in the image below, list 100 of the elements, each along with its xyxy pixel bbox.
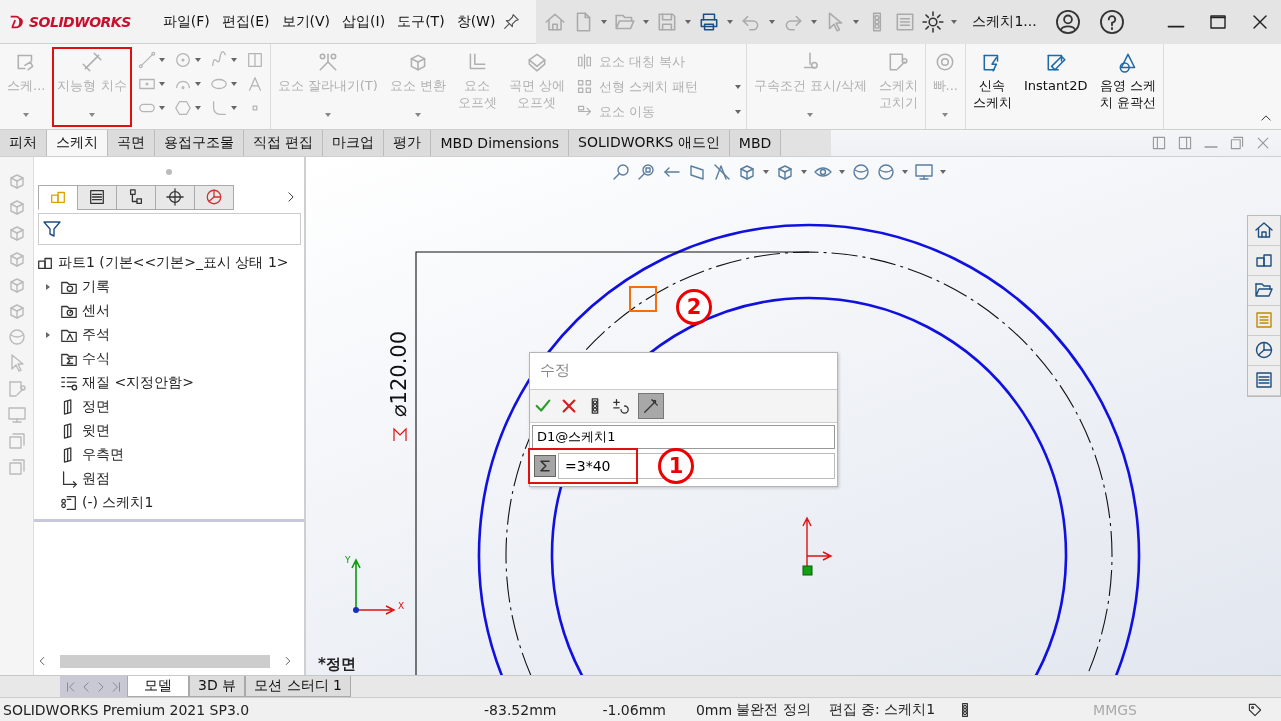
menu-item[interactable]: 도구(T): [391, 6, 451, 37]
wand-icon: [642, 396, 660, 415]
menu-item[interactable]: 삽입(I): [336, 6, 392, 37]
caret-icon[interactable]: [684, 17, 693, 26]
parts-pane-button[interactable]: [1248, 245, 1280, 276]
sphere-icon[interactable]: [876, 161, 896, 182]
ribbon-tab[interactable]: 곡면: [108, 129, 155, 156]
ribbon-button[interactable]: 신속 스케치: [967, 47, 1017, 127]
caret-icon[interactable]: [229, 80, 238, 88]
tree-item[interactable]: 정면: [82, 397, 110, 416]
wand-button[interactable]: [638, 392, 664, 419]
check-icon[interactable]: [534, 396, 552, 415]
monitor-icon[interactable]: [914, 161, 934, 182]
property-list-pane-button[interactable]: [1248, 365, 1280, 396]
ribbon-tab[interactable]: SOLIDWORKS 애드인: [569, 129, 730, 156]
house-pane-button[interactable]: [1248, 215, 1280, 246]
ribbon-tab[interactable]: MBD Dimensions: [431, 129, 570, 156]
list-icon: [1254, 310, 1274, 331]
panel-grip[interactable]: [166, 168, 172, 175]
tree-item[interactable]: 주석: [82, 325, 110, 344]
dimension-text[interactable]: ⌀120.00: [386, 318, 412, 429]
user-icon[interactable]: [1054, 8, 1081, 35]
restore-icon[interactable]: [1229, 134, 1245, 151]
caret-icon[interactable]: [852, 17, 861, 26]
caret-icon[interactable]: [193, 56, 202, 64]
tree-item[interactable]: 우측면: [82, 445, 124, 464]
help-icon[interactable]: [1098, 8, 1125, 35]
mirror-icon: [576, 53, 594, 70]
caret-icon[interactable]: [726, 17, 735, 26]
dimension-name-field[interactable]: D1@스케치1: [532, 424, 835, 449]
ribbon-tab[interactable]: 스케치: [47, 129, 108, 156]
view-label: *정면: [318, 654, 356, 674]
plus-minus-rotate-icon[interactable]: [612, 396, 630, 415]
caret-icon[interactable]: [642, 17, 651, 26]
caret-icon[interactable]: [229, 104, 238, 112]
caret-icon[interactable]: [157, 56, 166, 64]
caret-icon[interactable]: [157, 80, 166, 88]
ribbon-tab[interactable]: 평가: [384, 129, 432, 156]
caret-icon[interactable]: [762, 167, 770, 176]
tree-item[interactable]: 수식: [82, 349, 110, 368]
house-icon: [1254, 220, 1274, 241]
menu-item[interactable]: 편집(E): [215, 6, 276, 37]
panel-tab[interactable]: [155, 184, 195, 210]
axis-label: X: [398, 600, 405, 611]
caret-icon[interactable]: [800, 167, 808, 176]
caret-icon[interactable]: [193, 80, 202, 88]
filter-field[interactable]: [38, 212, 301, 245]
ribbon-button[interactable]: 음영 스케 치 윤곽선: [1094, 47, 1161, 127]
selection-handle[interactable]: [629, 285, 657, 312]
dotted-square-icon[interactable]: [245, 51, 264, 69]
caret-icon[interactable]: [600, 17, 609, 26]
color-ball-pane-button[interactable]: [1248, 335, 1280, 366]
ribbon-tab[interactable]: 직접 편집: [244, 129, 324, 156]
coordinate-text: 0mm: [695, 701, 733, 718]
view-tab[interactable]: 모델: [127, 676, 189, 698]
tree-item[interactable]: 윗면: [82, 421, 110, 440]
ribbon-button[interactable]: Instant2D: [1018, 47, 1093, 127]
caret-icon[interactable]: [950, 17, 959, 26]
filter-icon: [42, 218, 62, 239]
configuration-icon: [127, 188, 145, 207]
caret-icon[interactable]: [901, 167, 909, 176]
tree-item[interactable]: 센서: [82, 301, 110, 320]
caret-icon[interactable]: [157, 104, 166, 112]
tile-left-icon[interactable]: [1151, 134, 1167, 151]
view-tab[interactable]: 모션 스터디 1: [245, 676, 351, 698]
sphere-icon[interactable]: [851, 161, 871, 182]
expand-arrow-icon[interactable]: [44, 282, 52, 291]
close-icon[interactable]: [560, 396, 578, 415]
view-tab[interactable]: 3D 뷰: [189, 676, 246, 698]
ribbon-tab[interactable]: 용접구조물: [155, 129, 244, 156]
open-folder-pane-button[interactable]: [1248, 275, 1280, 306]
caret-icon[interactable]: [838, 167, 846, 176]
zoom-fit-icon[interactable]: [612, 161, 632, 182]
caret-icon[interactable]: [810, 17, 819, 26]
tree-item[interactable]: 파트1 (기본<<기본>_표시 상태 1>: [58, 253, 289, 272]
ribbon-tab[interactable]: 마크업: [323, 129, 385, 156]
axis-triad-icon: [351, 557, 396, 615]
scrollbar-thumb[interactable]: [60, 654, 270, 668]
pin-icon[interactable]: [503, 13, 521, 30]
ribbon-tab[interactable]: 피처: [0, 129, 47, 156]
tree-item[interactable]: 재질 <지정안함>: [82, 373, 194, 392]
caret-icon[interactable]: [939, 167, 947, 176]
zoom-area-icon[interactable]: [637, 161, 657, 182]
tree-item[interactable]: 원점: [82, 469, 110, 488]
menu-item[interactable]: 창(W): [450, 6, 502, 37]
panel-tab[interactable]: [116, 184, 156, 210]
caret-icon[interactable]: [229, 56, 238, 64]
tag-icon[interactable]: [1247, 701, 1263, 718]
caret-icon[interactable]: [768, 17, 777, 26]
tree-item[interactable]: 기록: [82, 277, 110, 296]
panel-tab[interactable]: [77, 184, 117, 210]
tile-right-icon[interactable]: [1177, 134, 1193, 151]
color-ball-icon: [1254, 340, 1274, 361]
sigma-button[interactable]: [534, 454, 556, 477]
expand-arrow-icon[interactable]: [44, 330, 52, 339]
tree-item[interactable]: (-) 스케치1: [82, 493, 154, 512]
menu-item[interactable]: 보기(V): [275, 6, 337, 37]
settings-icon[interactable]: [922, 10, 945, 33]
menu-item[interactable]: 파일(F): [156, 6, 216, 37]
caret-icon[interactable]: [193, 104, 202, 112]
